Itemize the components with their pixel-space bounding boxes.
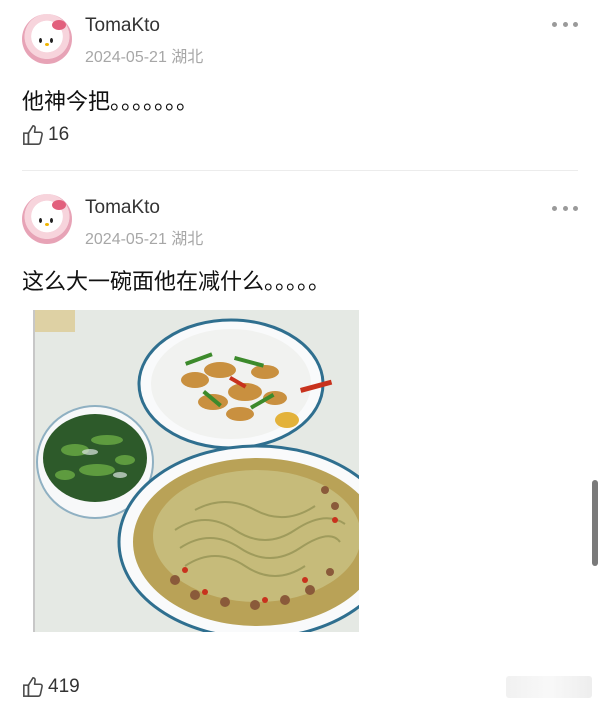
post-date: 2024-05-21	[85, 49, 167, 66]
more-icon[interactable]	[552, 205, 578, 211]
avatar[interactable]	[22, 14, 72, 64]
watermark	[506, 676, 592, 698]
post-content: 他神今把。。。。。。。	[22, 90, 199, 115]
post-date: 2024-05-21	[85, 231, 167, 248]
post-location: 湖北	[171, 231, 204, 248]
post-location: 湖北	[171, 49, 204, 66]
like-button[interactable]: 16	[22, 124, 69, 146]
avatar[interactable]	[22, 194, 72, 244]
comment-post-1: TomaKto 2024-05-21 湖北 他神今把。。。。。。。 16	[0, 0, 600, 170]
food-photo[interactable]	[33, 310, 359, 632]
post-meta: 2024-05-21 湖北	[85, 225, 203, 249]
thumbs-up-icon	[23, 125, 43, 145]
more-icon[interactable]	[552, 21, 578, 27]
like-count: 419	[48, 676, 80, 697]
thumbs-up-icon	[23, 677, 43, 697]
like-count: 16	[48, 124, 70, 145]
post-content: 这么大一碗面他在减什么。。。。。	[22, 270, 331, 295]
food-photo-image	[35, 310, 359, 632]
like-button[interactable]: 419	[22, 676, 80, 698]
username[interactable]: TomaKto	[85, 197, 160, 219]
post-meta: 2024-05-21 湖北	[85, 43, 203, 67]
comment-post-2: TomaKto 2024-05-21 湖北 这么大一碗面他在减什么。。。。。 4…	[0, 176, 600, 702]
scrollbar[interactable]	[592, 480, 598, 566]
divider	[22, 170, 578, 171]
username[interactable]: TomaKto	[85, 15, 160, 37]
